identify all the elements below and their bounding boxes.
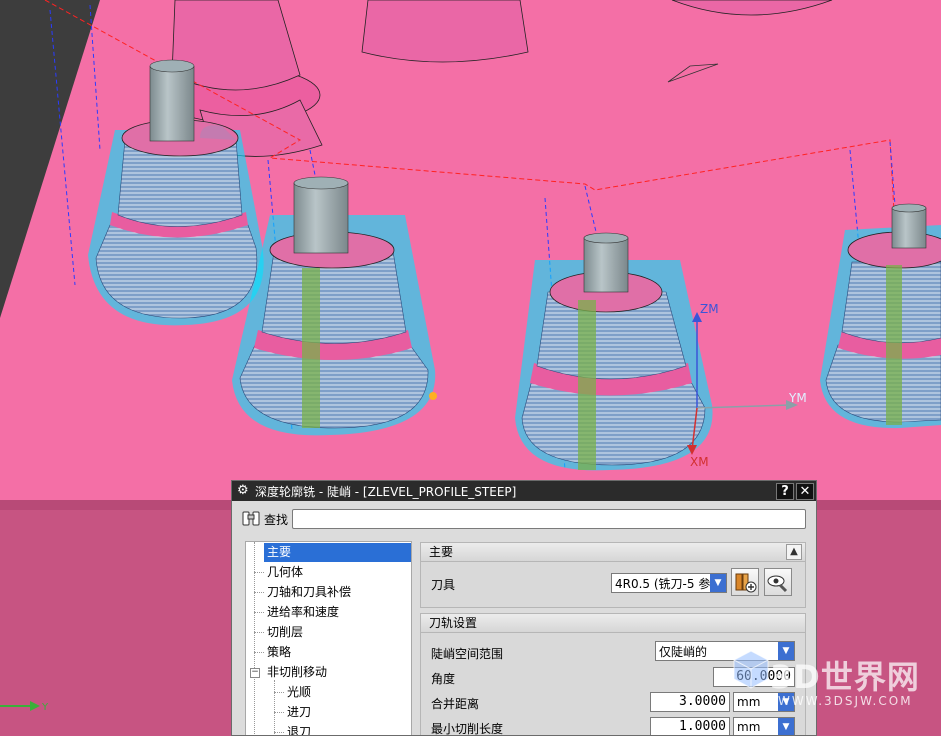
operation-dialog: ⚙ 深度轮廓铣 - 陡峭 - [ZLEVEL_PROFILE_STEEP] ? … [231, 480, 817, 736]
section-main-body: 刀具 4R0.5 (铣刀-5 参 ▼ [420, 562, 806, 608]
tool-select-value: 4R0.5 (铣刀-5 参 [615, 576, 710, 591]
min-cut-length-input[interactable]: 1.0000 [650, 717, 730, 735]
help-button[interactable]: ? [776, 482, 794, 500]
nav-item-cut-levels[interactable]: 切削层 [264, 623, 303, 642]
axis-label-zm: ZM [700, 302, 719, 316]
chevron-down-icon: ▼ [778, 718, 794, 735]
section-path-header[interactable]: 刀轨设置 [420, 613, 806, 633]
angle-label: 角度 [431, 672, 456, 686]
collapse-up-icon[interactable]: ▲ [786, 544, 802, 560]
search-row: 查找 [240, 508, 806, 530]
nav-item-strategy[interactable]: 策略 [264, 643, 291, 662]
new-tool-button[interactable] [731, 568, 759, 596]
search-label: 查找 [264, 512, 289, 527]
steep-range-select[interactable]: 仅陡峭的 ▼ [655, 641, 795, 661]
steep-range-value: 仅陡峭的 [659, 644, 708, 659]
merge-unit-select[interactable]: mm ▼ [733, 692, 795, 712]
dialog-title: 深度轮廓铣 - 陡峭 - [ZLEVEL_PROFILE_STEEP] [255, 484, 517, 499]
axis-label-xm: XM [690, 455, 709, 469]
axis-label-ym: YM [788, 391, 807, 405]
min-cut-length-label: 最小切削长度 [431, 722, 504, 736]
nav-tree: 主要 几何体 刀轴和刀具补偿 进给率和速度 切削层 策略 − 非切削移动 光顺 … [245, 541, 412, 735]
nav-item-retract[interactable]: 退刀 [284, 723, 311, 735]
chevron-down-icon: ▼ [710, 574, 726, 592]
nav-item-smoothing[interactable]: 光顺 [284, 683, 311, 702]
nav-item-non-cutting[interactable]: 非切削移动 [264, 663, 327, 682]
search-input[interactable] [292, 509, 806, 529]
merge-distance-label: 合并距离 [431, 697, 480, 711]
nav-item-feeds-speeds[interactable]: 进给率和速度 [264, 603, 339, 622]
nav-item-geometry[interactable]: 几何体 [264, 563, 303, 582]
min-cut-unit-select[interactable]: mm ▼ [733, 717, 795, 735]
section-path-title: 刀轨设置 [429, 616, 478, 630]
steep-range-label: 陡峭空间范围 [431, 647, 504, 661]
nav-item-engage[interactable]: 进刀 [284, 703, 311, 722]
nav-item-tool-axis[interactable]: 刀轴和刀具补偿 [264, 583, 351, 602]
tool-select[interactable]: 4R0.5 (铣刀-5 参 ▼ [611, 573, 727, 593]
tool-label: 刀具 [431, 578, 456, 592]
wrench-eye-icon [767, 575, 788, 593]
binoculars-icon [242, 511, 260, 526]
new-tool-icon [735, 573, 757, 593]
angle-input[interactable]: 60.0000 [713, 667, 795, 687]
min-cut-unit-value: mm [737, 720, 761, 734]
chevron-down-icon: ▼ [778, 693, 794, 711]
close-button[interactable]: ✕ [796, 482, 814, 500]
section-path-body: 陡峭空间范围 仅陡峭的 ▼ 角度 60.0000 合并距离 3.0000 mm … [420, 633, 806, 736]
axis-label-y: Y [41, 702, 49, 713]
collapse-toggle[interactable]: − [250, 668, 260, 678]
edit-display-tool-button[interactable] [764, 568, 792, 596]
merge-unit-value: mm [737, 695, 761, 709]
dialog-titlebar[interactable]: ⚙ 深度轮廓铣 - 陡峭 - [ZLEVEL_PROFILE_STEEP] ? … [232, 481, 816, 501]
merge-distance-input[interactable]: 3.0000 [650, 692, 730, 712]
settings-panel: 主要 ▲ 刀具 4R0.5 (铣刀-5 参 ▼ 刀轨设置 陡峭空间范围 仅陡峭的… [420, 541, 806, 736]
section-main-title: 主要 [429, 545, 454, 559]
nav-item-main[interactable]: 主要 [264, 543, 411, 562]
gear-icon: ⚙ [237, 483, 249, 498]
section-main-header[interactable]: 主要 ▲ [420, 542, 806, 562]
chevron-down-icon: ▼ [778, 642, 794, 660]
